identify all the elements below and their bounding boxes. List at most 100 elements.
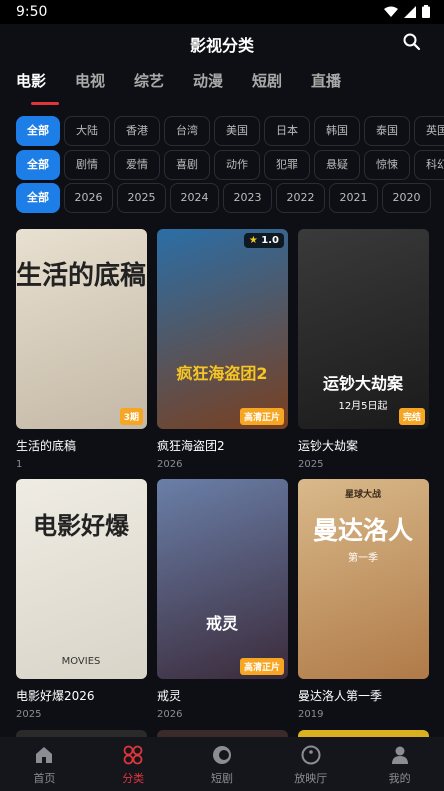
- movie-poster[interactable]: 戒灵高清正片: [157, 479, 288, 679]
- battery-icon: [422, 5, 430, 18]
- filter-chip[interactable]: 惊悚: [364, 150, 410, 180]
- signal-icon: [404, 5, 416, 18]
- nav-label: 我的: [388, 772, 411, 785]
- filter-chip[interactable]: 香港: [114, 116, 160, 146]
- poster-art: 生活的底稿: [16, 260, 146, 291]
- filter-chip[interactable]: 爱情: [114, 150, 160, 180]
- filter-chip[interactable]: 美国: [214, 116, 260, 146]
- filter-chip[interactable]: 动作: [214, 150, 260, 180]
- movie-title: 疯狂海盗团2: [157, 439, 225, 453]
- filter-chip[interactable]: 泰国: [364, 116, 410, 146]
- status-bar: 9:50: [0, 0, 444, 24]
- movie-subtitle: 2025: [16, 709, 42, 720]
- filter-chip-all[interactable]: 全部: [16, 183, 60, 213]
- filter-chip[interactable]: 日本: [264, 116, 310, 146]
- short-drama-icon: [211, 744, 233, 766]
- svg-text:MOVIES: MOVIES: [62, 656, 101, 667]
- movie-card[interactable]: 运钞大劫案 12月5日起 完结 运钞大劫案 2025: [298, 229, 429, 470]
- status-badge: 3期: [119, 408, 143, 425]
- movie-subtitle: 2025: [298, 459, 324, 470]
- profile-icon: [389, 744, 411, 766]
- category-icon: [122, 744, 144, 766]
- poster-art: 运钞大劫案 12月5日起: [323, 374, 404, 412]
- movie-title: 电影好爆2026: [16, 689, 95, 703]
- movie-poster[interactable]: 星球大战 曼达洛人 第一季: [298, 479, 429, 679]
- nav-item-1[interactable]: 分类: [89, 737, 178, 791]
- bottom-nav: 首页 分类 短剧 放映厅 我的: [0, 737, 444, 791]
- tab-4[interactable]: 短剧: [252, 62, 311, 102]
- svg-text:疯狂海盗团2: 疯狂海盗团2: [176, 364, 267, 383]
- tab-label: 直播: [311, 72, 342, 90]
- movie-title: 戒灵: [157, 689, 182, 703]
- tab-1[interactable]: 电视: [75, 62, 134, 102]
- home-icon: [33, 744, 55, 766]
- tab-2[interactable]: 综艺: [134, 62, 193, 102]
- tab-label: 电视: [75, 72, 106, 90]
- svg-text:戒灵: 戒灵: [206, 614, 239, 633]
- filter-chip[interactable]: 科幻: [414, 150, 444, 180]
- svg-text:曼达洛人: 曼达洛人: [313, 516, 413, 545]
- filter-chip[interactable]: 2023: [223, 183, 272, 213]
- page-title: 影视分类: [189, 36, 254, 55]
- filter-chip[interactable]: 2022: [276, 183, 325, 213]
- nav-item-4[interactable]: 我的: [355, 737, 444, 791]
- status-time: 9:50: [16, 4, 48, 20]
- filter-chip[interactable]: 2025: [117, 183, 166, 213]
- movie-card[interactable]: 疯狂海盗团2 ★ 1.0 高清正片 疯狂海盗团2 2026: [157, 229, 288, 470]
- movie-title: 运钞大劫案: [298, 439, 359, 453]
- filter-row-region: 全部 大陆 香港 台湾 美国 日本 韩国 泰国 英国: [16, 116, 444, 146]
- nav-label: 短剧: [210, 772, 233, 785]
- svg-text:第一季: 第一季: [348, 551, 378, 564]
- filter-chip[interactable]: 喜剧: [164, 150, 210, 180]
- nav-item-2[interactable]: 短剧: [178, 737, 267, 791]
- filter-chip-all[interactable]: 全部: [16, 150, 60, 180]
- search-icon[interactable]: [402, 32, 422, 52]
- tab-3[interactable]: 动漫: [193, 62, 252, 102]
- svg-text:12月5日起: 12月5日起: [338, 400, 387, 412]
- filter-chip[interactable]: 剧情: [64, 150, 110, 180]
- filter-chip[interactable]: 2021: [329, 183, 378, 213]
- svg-text:电影好爆: 电影好爆: [33, 512, 130, 540]
- rating-badge: ★ 1.0: [243, 233, 284, 248]
- movie-card[interactable]: 电影好爆 MOVIES 电影好爆2026 2025: [16, 479, 147, 720]
- star-icon: ★: [248, 235, 262, 246]
- status-badge: 高清正片: [239, 408, 284, 425]
- filter-chip[interactable]: 大陆: [64, 116, 110, 146]
- poster-art: 星球大战曼达洛人第一季: [313, 488, 413, 564]
- app-header: 影视分类: [0, 24, 444, 62]
- tab-5[interactable]: 直播: [311, 62, 370, 102]
- movie-poster[interactable]: 电影好爆 MOVIES: [16, 479, 147, 679]
- filter-chip[interactable]: 2020: [382, 183, 431, 213]
- movie-poster[interactable]: 疯狂海盗团2 ★ 1.0 高清正片: [157, 229, 288, 429]
- tab-label: 短剧: [252, 72, 283, 90]
- nav-label: 分类: [122, 772, 145, 785]
- wifi-icon: [384, 6, 398, 17]
- movie-subtitle: 2026: [157, 709, 183, 720]
- filter-chip-all[interactable]: 全部: [16, 116, 60, 146]
- movie-card[interactable]: 生活的底稿 3期 生活的底稿 1: [16, 229, 147, 470]
- movie-title: 曼达洛人第一季: [298, 689, 383, 703]
- filter-chip[interactable]: 2026: [64, 183, 113, 213]
- movie-poster[interactable]: 运钞大劫案 12月5日起 完结: [298, 229, 429, 429]
- movie-subtitle: 2026: [157, 459, 183, 470]
- movie-card[interactable]: 星球大战 曼达洛人 第一季 曼达洛人第一季 2019: [298, 479, 429, 720]
- filter-chip[interactable]: 英国: [414, 116, 444, 146]
- filter-chip[interactable]: 韩国: [314, 116, 360, 146]
- filter-chip[interactable]: 犯罪: [264, 150, 310, 180]
- filter-chip[interactable]: 悬疑: [314, 150, 360, 180]
- status-badge: 高清正片: [239, 658, 284, 675]
- tab-0[interactable]: 电影: [16, 62, 75, 105]
- rating-value: 1.0: [261, 235, 279, 246]
- movie-card[interactable]: 戒灵 高清正片 戒灵 2026: [157, 479, 288, 720]
- filter-chip[interactable]: 2024: [170, 183, 219, 213]
- filter-row-genre: 全部 剧情 爱情 喜剧 动作 犯罪 悬疑 惊悚 科幻: [16, 150, 444, 180]
- movie-subtitle: 1: [16, 459, 23, 470]
- filter-chip[interactable]: 台湾: [164, 116, 210, 146]
- nav-item-3[interactable]: 放映厅: [266, 737, 355, 791]
- nav-item-0[interactable]: 首页: [0, 737, 89, 791]
- tab-label: 动漫: [193, 72, 224, 90]
- status-icons: [384, 5, 430, 18]
- cinema-icon: [300, 744, 322, 766]
- movie-poster[interactable]: 生活的底稿 3期: [16, 229, 147, 429]
- svg-text:运钞大劫案: 运钞大劫案: [323, 374, 404, 393]
